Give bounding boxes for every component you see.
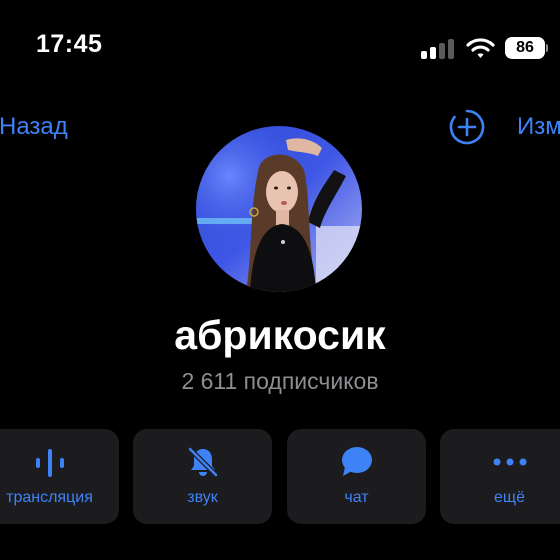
avatar-photo: [196, 126, 362, 292]
subscriber-count: 2 611 подписчиков: [181, 368, 379, 394]
cellular-signal-icon: [421, 38, 454, 59]
chat-bubble-icon: [287, 445, 426, 479]
more-label: ещё: [494, 489, 525, 506]
battery-tip: [546, 44, 548, 52]
chat-label: чат: [344, 489, 369, 506]
more-button[interactable]: ещё: [440, 429, 560, 524]
avatar[interactable]: [196, 126, 362, 292]
chat-button[interactable]: чат: [287, 429, 426, 524]
back-button[interactable]: Назад: [0, 113, 68, 141]
edit-button[interactable]: Изм: [517, 113, 560, 141]
sound-label: звук: [187, 489, 218, 506]
sound-button[interactable]: звук: [133, 429, 272, 524]
status-time: 17:45: [36, 30, 103, 58]
battery-icon: 86: [505, 37, 548, 59]
live-stream-label: трансляция: [6, 489, 93, 506]
live-stream-icon: [0, 445, 119, 479]
more-dots-icon: [440, 445, 560, 479]
bell-muted-icon: [133, 445, 272, 479]
wifi-icon: [466, 37, 495, 59]
profile-name: абрикосик: [174, 312, 386, 358]
add-circle-icon[interactable]: [448, 108, 486, 146]
live-stream-button[interactable]: трансляция: [0, 429, 119, 524]
battery-level: 86: [505, 37, 545, 59]
